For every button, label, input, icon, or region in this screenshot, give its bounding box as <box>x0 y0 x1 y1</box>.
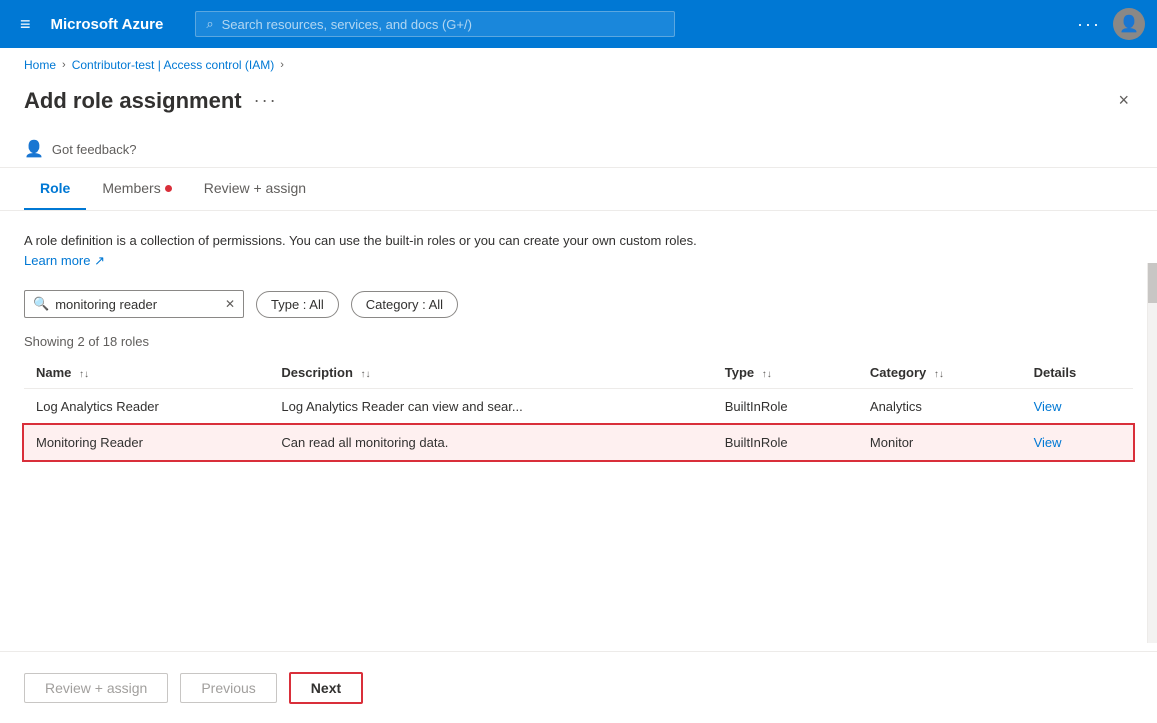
nav-right-area: ··· 👤 <box>1077 8 1145 40</box>
desc-sort-icon: ↑↓ <box>361 369 371 380</box>
tab-review-assign-label: Review + assign <box>204 180 306 196</box>
col-type[interactable]: Type ↑↓ <box>713 357 858 389</box>
scrollbar[interactable] <box>1147 263 1157 643</box>
user-avatar[interactable]: 👤 <box>1113 8 1145 40</box>
row2-category: Monitor <box>858 425 1022 461</box>
table-row[interactable]: Log Analytics Reader Log Analytics Reade… <box>24 389 1133 425</box>
feedback-text[interactable]: Got feedback? <box>52 142 137 157</box>
breadcrumb: Home › Contributor-test | Access control… <box>0 48 1157 82</box>
page-more-icon[interactable]: ··· <box>254 90 278 111</box>
search-icon: ⌕ <box>206 16 213 32</box>
row2-details: View <box>1022 425 1133 461</box>
page-header-left: Add role assignment ··· <box>24 88 278 114</box>
table-header-row: Name ↑↓ Description ↑↓ Type ↑↓ Category … <box>24 357 1133 389</box>
col-category[interactable]: Category ↑↓ <box>858 357 1022 389</box>
close-button[interactable]: × <box>1114 86 1133 115</box>
learn-more-link[interactable]: Learn more ↗ <box>24 253 105 268</box>
tab-role-label: Role <box>40 180 70 196</box>
type-filter-pill[interactable]: Type : All <box>256 291 339 318</box>
breadcrumb-sep-1: › <box>62 59 66 71</box>
breadcrumb-home[interactable]: Home <box>24 58 56 72</box>
next-button[interactable]: Next <box>289 672 363 704</box>
members-dot-indicator <box>165 185 172 192</box>
bottom-action-bar: Review + assign Previous Next <box>0 651 1157 723</box>
row1-name: Log Analytics Reader <box>24 389 269 425</box>
nav-search-placeholder: Search resources, services, and docs (G+… <box>222 17 472 32</box>
main-container: Home › Contributor-test | Access control… <box>0 48 1157 723</box>
col-description[interactable]: Description ↑↓ <box>269 357 712 389</box>
cat-sort-icon: ↑↓ <box>934 369 944 380</box>
roles-table: Name ↑↓ Description ↑↓ Type ↑↓ Category … <box>24 357 1133 460</box>
name-sort-icon: ↑↓ <box>79 369 89 380</box>
hamburger-icon[interactable]: ≡ <box>12 10 39 39</box>
search-box[interactable]: 🔍 ✕ <box>24 290 244 318</box>
row2-name: Monitoring Reader <box>24 425 269 461</box>
avatar-icon: 👤 <box>1119 14 1139 34</box>
col-name[interactable]: Name ↑↓ <box>24 357 269 389</box>
nav-more-icon[interactable]: ··· <box>1077 14 1101 35</box>
previous-button[interactable]: Previous <box>180 673 276 703</box>
row2-view-link[interactable]: View <box>1034 435 1062 450</box>
tab-role[interactable]: Role <box>24 168 86 210</box>
top-nav: ≡ Microsoft Azure ⌕ Search resources, se… <box>0 0 1157 48</box>
search-clear-icon[interactable]: ✕ <box>225 297 235 311</box>
breadcrumb-sep-2: › <box>280 59 284 71</box>
feedback-bar: 👤 Got feedback? <box>0 131 1157 168</box>
table-row[interactable]: Monitoring Reader Can read all monitorin… <box>24 425 1133 461</box>
row1-category: Analytics <box>858 389 1022 425</box>
row1-description: Log Analytics Reader can view and sear..… <box>269 389 712 425</box>
description-text: A role definition is a collection of per… <box>24 231 724 270</box>
category-filter-pill[interactable]: Category : All <box>351 291 458 318</box>
row1-type: BuiltInRole <box>713 389 858 425</box>
row2-type: BuiltInRole <box>713 425 858 461</box>
col-details: Details <box>1022 357 1133 389</box>
page-title: Add role assignment <box>24 88 242 114</box>
breadcrumb-iam[interactable]: Contributor-test | Access control (IAM) <box>72 58 275 72</box>
search-input[interactable] <box>55 297 219 312</box>
tab-review-assign[interactable]: Review + assign <box>188 168 322 210</box>
feedback-icon: 👤 <box>24 139 44 159</box>
content-area: A role definition is a collection of per… <box>0 211 1157 480</box>
tabs: Role Members Review + assign <box>0 168 1157 211</box>
tab-members-label: Members <box>102 180 160 196</box>
row1-view-link[interactable]: View <box>1034 399 1062 414</box>
tab-members[interactable]: Members <box>86 168 187 210</box>
nav-search-box[interactable]: ⌕ Search resources, services, and docs (… <box>195 11 675 37</box>
review-assign-button[interactable]: Review + assign <box>24 673 168 703</box>
row2-description: Can read all monitoring data. <box>269 425 712 461</box>
app-title: Microsoft Azure <box>51 16 164 33</box>
search-box-icon: 🔍 <box>33 296 49 312</box>
showing-count: Showing 2 of 18 roles <box>24 334 1133 349</box>
page-header: Add role assignment ··· × <box>0 82 1157 131</box>
type-sort-icon: ↑↓ <box>762 369 772 380</box>
row1-details: View <box>1022 389 1133 425</box>
filter-row: 🔍 ✕ Type : All Category : All <box>24 290 1133 318</box>
scrollbar-thumb[interactable] <box>1148 263 1157 303</box>
